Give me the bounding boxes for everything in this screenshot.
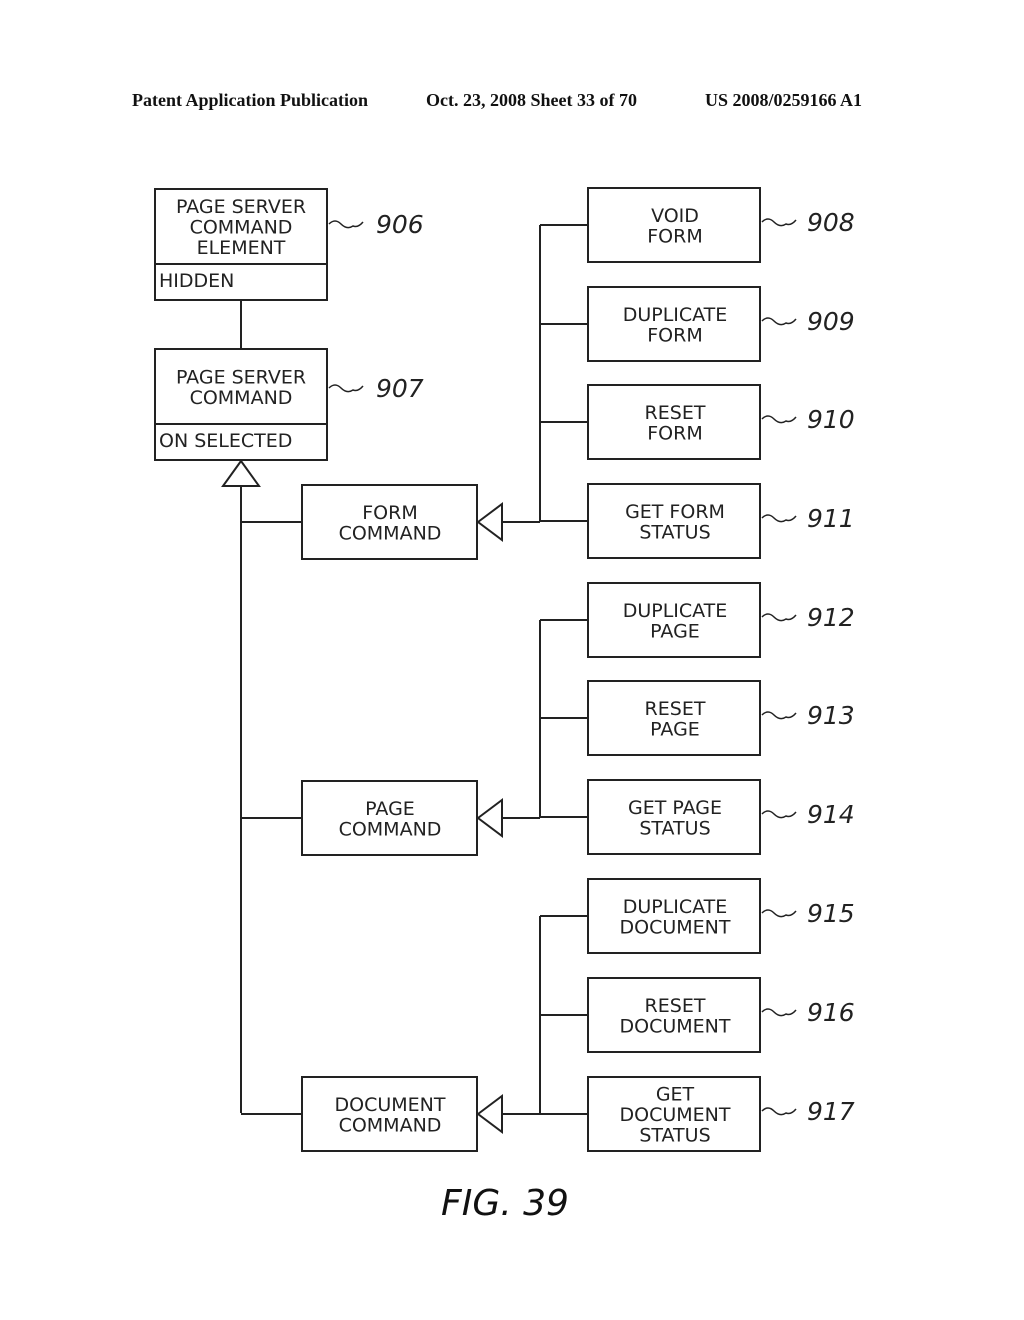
class-name-text: FORM: [647, 422, 702, 444]
class-name-text: PAGE: [650, 718, 700, 740]
class-name-text: DOCUMENT: [620, 1015, 731, 1037]
class-name-text: GET FORM: [625, 501, 725, 523]
reference-numeral: 914: [807, 800, 855, 829]
reference-numeral: 915: [807, 899, 855, 928]
class-name-text: DUPLICATE: [623, 600, 728, 622]
class-name-text: DUPLICATE: [623, 304, 728, 326]
leader-squiggle: [328, 220, 364, 229]
leader-squiggle: [761, 613, 797, 622]
leader-squiggle: [761, 415, 797, 424]
leader-squiggle: [761, 317, 797, 326]
figure-label: FIG. 39: [441, 1183, 569, 1224]
class-name-text: STATUS: [639, 817, 710, 839]
class-name-text: DUPLICATE: [623, 896, 728, 918]
class-name-text: GET: [656, 1084, 695, 1106]
class-name-text: PAGE SERVER: [176, 196, 306, 218]
class-name-text: FORM: [647, 324, 702, 346]
class-name-text: COMMAND: [190, 387, 293, 409]
class-name-text: COMMAND: [339, 818, 442, 840]
leader-squiggle: [761, 909, 797, 918]
reference-numeral: 906: [376, 210, 424, 239]
class-name-text: PAGE: [365, 798, 415, 820]
attribute-text: HIDDEN: [159, 270, 234, 292]
inheritance-arrow-command: [221, 459, 261, 487]
reference-numeral: 913: [807, 701, 855, 730]
leader-squiggle: [761, 711, 797, 720]
class-name-text: COMMAND: [190, 217, 293, 239]
class-name-text: FORM: [362, 502, 417, 524]
class-name-text: STATUS: [639, 521, 710, 543]
attribute-text: ON SELECTED: [159, 430, 292, 452]
class-name-text: VOID: [651, 205, 699, 227]
leader-squiggle: [761, 810, 797, 819]
class-name-text: STATUS: [639, 1125, 710, 1147]
leader-squiggle: [328, 384, 364, 393]
class-name-text: PAGE: [650, 620, 700, 642]
reference-numeral: 912: [807, 603, 855, 632]
class-name-text: PAGE SERVER: [176, 366, 306, 388]
inheritance-arrow: [476, 502, 503, 542]
reference-numeral: 910: [807, 405, 855, 434]
reference-numeral: 907: [376, 374, 424, 403]
leader-squiggle: [761, 1008, 797, 1017]
leader-squiggle: [761, 514, 797, 523]
class-name-text: COMMAND: [339, 522, 442, 544]
class-name-text: DOCUMENT: [620, 916, 731, 938]
reference-numeral: 908: [807, 208, 855, 237]
class-name-text: RESET: [645, 698, 706, 720]
reference-numeral: 909: [807, 307, 855, 336]
class-name-text: DOCUMENT: [335, 1094, 446, 1116]
inheritance-arrow: [476, 798, 503, 838]
class-name-text: ELEMENT: [197, 237, 286, 259]
class-diagram: PAGE SERVERCOMMANDELEMENTHIDDEN906PAGE S…: [154, 187, 855, 1224]
class-name-text: FORM: [647, 225, 702, 247]
class-name-text: GET PAGE: [628, 797, 722, 819]
class-name-text: DOCUMENT: [620, 1104, 731, 1126]
inheritance-arrow: [476, 1094, 503, 1134]
reference-numeral: 917: [807, 1097, 855, 1126]
class-name-text: RESET: [645, 995, 706, 1017]
reference-numeral: 916: [807, 998, 855, 1027]
class-name-text: COMMAND: [339, 1114, 442, 1136]
reference-numeral: 911: [807, 504, 855, 533]
class-name-text: RESET: [645, 402, 706, 424]
leader-squiggle: [761, 1107, 797, 1116]
leader-squiggle: [761, 218, 797, 227]
